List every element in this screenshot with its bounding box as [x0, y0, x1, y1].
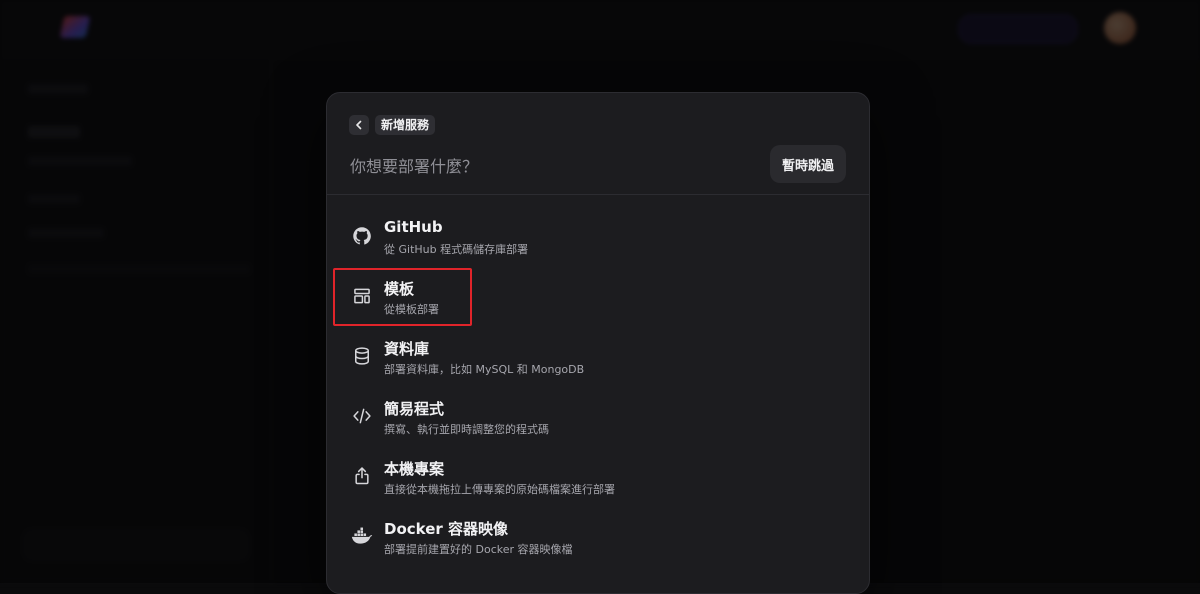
option-description: 從模板部署	[384, 303, 439, 316]
code-icon	[351, 405, 373, 427]
breadcrumb: 新增服務	[349, 115, 436, 135]
option-github[interactable]: GitHub 從 GitHub 程式碼儲存庫部署	[341, 211, 855, 263]
option-title: GitHub	[384, 218, 443, 236]
upload-icon	[351, 465, 373, 487]
option-simple-code[interactable]: 簡易程式 撰寫、執行並即時調整您的程式碼	[341, 391, 855, 443]
option-description: 撰寫、執行並即時調整您的程式碼	[384, 423, 549, 436]
option-description: 直接從本機拖拉上傳專案的原始碼檔案進行部署	[384, 483, 615, 496]
option-template[interactable]: 模板 從模板部署	[341, 271, 855, 323]
option-description: 部署提前建置好的 Docker 容器映像檔	[384, 543, 573, 556]
divider	[327, 194, 869, 195]
option-title: 模板	[384, 280, 415, 298]
template-icon	[351, 285, 373, 307]
new-service-modal: 新增服務 你想要部署什麼？ 暫時跳過 GitHub 從 GitHub 程式碼儲存…	[326, 92, 870, 594]
database-icon	[351, 345, 373, 367]
github-icon	[351, 225, 373, 247]
docker-icon	[351, 525, 373, 547]
option-database[interactable]: 資料庫 部署資料庫，比如 MySQL 和 MongoDB	[341, 331, 855, 383]
option-local-project[interactable]: 本機專案 直接從本機拖拉上傳專案的原始碼檔案進行部署	[341, 451, 855, 503]
option-title: 簡易程式	[384, 400, 445, 418]
skip-button[interactable]: 暫時跳過	[770, 145, 846, 183]
chevron-left-icon	[356, 120, 362, 130]
modal-question: 你想要部署什麼？	[350, 157, 479, 176]
breadcrumb-label: 新增服務	[375, 115, 436, 135]
option-description: 部署資料庫，比如 MySQL 和 MongoDB	[384, 363, 585, 376]
option-title: Docker 容器映像	[384, 520, 509, 538]
option-description: 從 GitHub 程式碼儲存庫部署	[384, 243, 529, 256]
back-button[interactable]	[349, 115, 369, 135]
option-title: 資料庫	[384, 340, 430, 358]
option-docker-image[interactable]: Docker 容器映像 部署提前建置好的 Docker 容器映像檔	[341, 511, 855, 563]
option-title: 本機專案	[384, 460, 445, 478]
